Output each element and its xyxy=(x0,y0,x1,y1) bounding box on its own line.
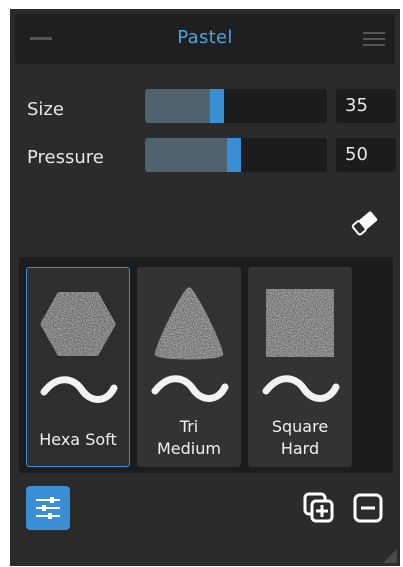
hexagon-brush-icon xyxy=(40,292,116,356)
size-label: Size xyxy=(27,99,64,120)
pressure-slider-fill xyxy=(145,138,234,172)
resize-grip-icon[interactable] xyxy=(381,547,397,563)
size-slider[interactable] xyxy=(145,89,327,123)
brush-label-line2: Hard xyxy=(280,439,320,458)
eraser-icon[interactable] xyxy=(347,205,383,241)
sliders-settings-icon xyxy=(36,497,60,519)
remove-brush-button[interactable] xyxy=(351,491,385,525)
pressure-value[interactable]: 50 xyxy=(336,138,396,172)
panel-titlebar[interactable]: Pastel xyxy=(15,14,395,64)
pressure-slider[interactable] xyxy=(145,138,327,172)
brush-settings-button[interactable] xyxy=(26,486,70,530)
brush-panel: Pastel Size 35 Pressure 50 Hexa Soft Tri… xyxy=(10,9,400,566)
stroke-preview-icon xyxy=(151,375,229,402)
duplicate-plus-icon xyxy=(303,492,334,523)
brush-label-line1: Square xyxy=(271,417,329,436)
stroke-preview-icon xyxy=(40,376,118,403)
square-brush-icon xyxy=(266,289,334,357)
hamburger-menu-icon[interactable] xyxy=(363,32,385,46)
pressure-label: Pressure xyxy=(27,147,104,168)
size-value[interactable]: 35 xyxy=(336,89,396,123)
triangle-brush-icon xyxy=(154,287,224,360)
brush-label-line1: Tri xyxy=(179,417,199,436)
size-slider-thumb[interactable] xyxy=(210,89,224,123)
brush-tile-square-hard[interactable]: Square Hard xyxy=(248,267,352,467)
remove-minus-icon xyxy=(353,493,383,523)
brush-label-line2: Medium xyxy=(157,439,221,458)
brush-tile-hexa-soft[interactable]: Hexa Soft xyxy=(26,267,130,467)
panel-title: Pastel xyxy=(177,27,233,48)
brush-label: Hexa Soft xyxy=(39,430,117,449)
pressure-slider-thumb[interactable] xyxy=(227,138,241,172)
duplicate-brush-button[interactable] xyxy=(302,491,336,525)
brush-presets: Hexa Soft Tri Medium Square Hard xyxy=(19,257,393,473)
brush-tile-tri-medium[interactable]: Tri Medium xyxy=(137,267,241,467)
size-slider-fill xyxy=(145,89,217,123)
stroke-preview-icon xyxy=(262,375,340,402)
